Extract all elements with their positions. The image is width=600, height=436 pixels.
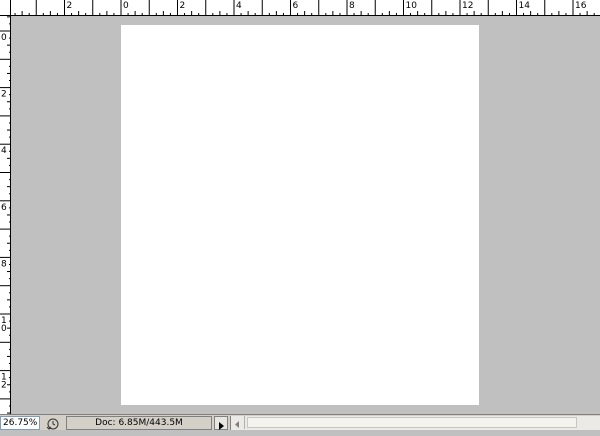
ruler-label: 8 [1,259,7,269]
ruler-label: 2 [180,1,186,11]
triangle-left-icon [235,421,239,428]
ruler-label: 2 [1,90,7,100]
ruler-label: 8 [349,1,355,11]
ruler-label: 2 [1,381,7,391]
ruler-corner[interactable] [0,0,11,16]
ruler-label: 2 [67,1,73,11]
ruler-label: 16 [575,1,587,11]
document-size-info: Doc: 6.85M/443.5M [66,416,212,430]
vertical-ruler-ticks: 024681012 [0,16,10,414]
ruler-label: 0 [123,1,129,11]
status-bar: 26.75% Doc: 6.85M/443.5M [0,414,600,430]
horizontal-ruler[interactable]: 2 0 2 4 6 8 10 12 14 16 [11,0,600,16]
zoom-level-field[interactable]: 26.75% [0,416,40,430]
canvas-workspace[interactable] [11,16,600,414]
vertical-ruler[interactable]: 024681012 [0,16,11,414]
scroll-thumb[interactable] [247,417,577,428]
ruler-label: 4 [1,146,7,156]
scroll-left-button[interactable] [231,416,245,429]
status-menu-button[interactable] [214,416,228,430]
ruler-label: 0 [1,324,7,334]
ruler-label: 4 [236,1,242,11]
ruler-label: 6 [293,1,299,11]
ruler-label: 12 [462,1,473,11]
document-canvas[interactable] [121,25,479,405]
horizontal-scrollbar[interactable] [230,416,600,430]
ruler-label: 14 [519,1,531,11]
ruler-label: 6 [1,203,7,213]
clock-arrow-icon[interactable] [44,416,62,430]
ruler-label: 10 [406,1,418,11]
horizontal-ruler-ticks: 2 0 2 4 6 8 10 12 14 16 [14,0,595,15]
ruler-label: 0 [1,33,7,43]
triangle-right-icon [219,422,224,430]
